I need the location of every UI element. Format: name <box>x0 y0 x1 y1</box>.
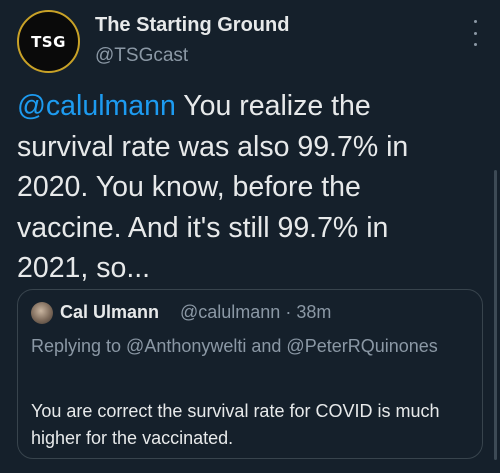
quoted-tweet[interactable]: Cal Ulmann @calulmann · 38m Replying to … <box>17 289 483 459</box>
tweet[interactable]: TSG The Starting Ground @TSGcast @calulm… <box>0 0 500 473</box>
quoted-handle-time: @calulmann · 38m <box>180 302 332 322</box>
tweet-text: @calulmann You realize the survival rate… <box>17 86 447 289</box>
quoted-tweet-text: You are correct the survival rate for CO… <box>31 401 440 448</box>
avatar-logo-text: TSG <box>31 32 66 51</box>
more-vertical-icon[interactable] <box>468 20 482 46</box>
quoted-avatar[interactable] <box>31 302 53 324</box>
mention-link[interactable]: @calulmann <box>17 90 176 122</box>
author-handle[interactable]: @TSGcast <box>95 45 188 67</box>
quoted-replying-to: Replying to @Anthonywelti and @PeterRQui… <box>31 336 438 356</box>
avatar[interactable]: TSG <box>17 10 80 73</box>
quoted-author-name[interactable]: Cal Ulmann <box>60 302 159 323</box>
author-name[interactable]: The Starting Ground <box>95 14 289 37</box>
scrollbar[interactable] <box>494 170 497 460</box>
